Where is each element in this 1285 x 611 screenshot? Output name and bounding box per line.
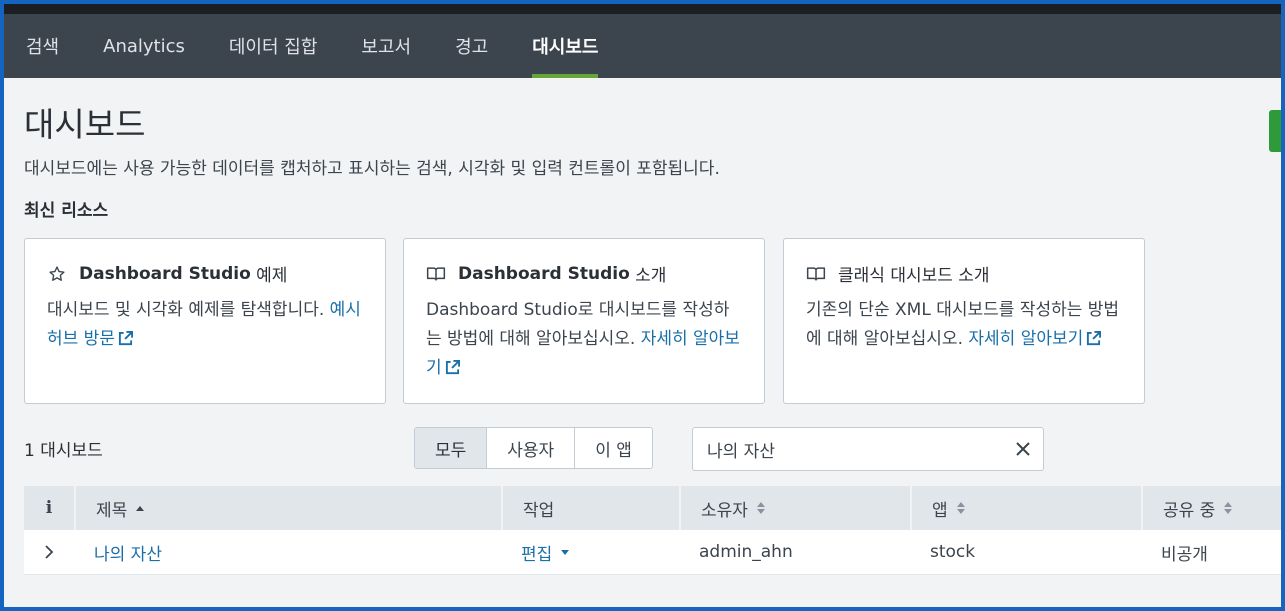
- edit-label: 편집: [521, 544, 553, 565]
- learn-more-link[interactable]: 자세히 알아보기: [968, 329, 1102, 349]
- resource-card-examples: Dashboard Studio 예제 대시보드 및 시각화 예제를 탐색합니다…: [24, 238, 386, 404]
- sort-icon: [756, 501, 766, 515]
- filter-all[interactable]: 모두: [415, 428, 487, 468]
- sort-icon: [956, 501, 966, 515]
- app-frame: 검색 Analytics 데이터 집합 보고서 경고 대시보드 대시보드 대시보…: [4, 4, 1281, 607]
- search-input[interactable]: [693, 439, 1003, 459]
- main-nav: 검색 Analytics 데이터 집합 보고서 경고 대시보드: [4, 14, 1281, 78]
- book-icon: [426, 266, 446, 282]
- column-title[interactable]: 제목: [74, 486, 501, 530]
- nav-analytics[interactable]: Analytics: [81, 14, 207, 78]
- info-header: i: [45, 498, 53, 518]
- card-title: Dashboard Studio 예제: [47, 261, 363, 286]
- book-icon: [806, 266, 826, 282]
- filter-this-app[interactable]: 이 앱: [574, 428, 652, 468]
- owner-cell: admin_ahn: [699, 542, 793, 562]
- column-action: 작업: [501, 486, 679, 530]
- nav-search[interactable]: 검색: [4, 14, 81, 78]
- column-label: 제목: [96, 500, 128, 521]
- nav-alerts[interactable]: 경고: [433, 14, 510, 78]
- filter-search: [692, 427, 1044, 471]
- nav-dashboards[interactable]: 대시보드: [510, 14, 620, 78]
- star-icon: [47, 265, 67, 283]
- close-icon[interactable]: [1003, 442, 1043, 456]
- card-title-rest: 클래식 대시보드 소개: [838, 266, 990, 286]
- external-link-icon: [118, 327, 133, 356]
- card-title: 클래식 대시보드 소개: [806, 261, 1122, 286]
- column-label: 앱: [932, 500, 948, 521]
- resource-card-classic-intro: 클래식 대시보드 소개 기존의 단순 XML 대시보드를 작성하는 방법에 대해…: [783, 238, 1145, 404]
- card-body-text: 대시보드 및 시각화 예제를 탐색합니다.: [47, 300, 330, 320]
- dashboard-count: 1 대시보드: [24, 441, 103, 461]
- sharing-cell: 비공개: [1161, 544, 1208, 565]
- card-title-bold: Dashboard Studio: [458, 263, 630, 284]
- card-body: 대시보드 및 시각화 예제를 탐색합니다. 예시 허브 방문: [47, 296, 363, 356]
- card-body: 기존의 단순 XML 대시보드를 작성하는 방법에 대해 알아보십시오. 자세히…: [806, 296, 1122, 356]
- table-header: i 제목 작업 소유자 앱 공유 중: [24, 486, 1281, 530]
- section-title: 최신 리소스: [24, 201, 109, 221]
- caret-down-icon: [560, 549, 570, 556]
- sort-icon: [1223, 501, 1233, 515]
- link-label: 자세히 알아보기: [968, 329, 1084, 349]
- card-title-rest: 소개: [629, 266, 667, 286]
- external-link-icon: [1086, 327, 1102, 356]
- sort-asc-icon: [135, 504, 145, 512]
- column-label: 공유 중: [1163, 500, 1216, 521]
- page-description: 대시보드에는 사용 가능한 데이터를 캡처하고 표시하는 검색, 시각화 및 입…: [24, 159, 720, 179]
- column-sharing[interactable]: 공유 중: [1141, 486, 1281, 530]
- dashboards-table: i 제목 작업 소유자 앱 공유 중 나의 자산 편집 admin_ahn st…: [24, 486, 1281, 575]
- chevron-right-icon[interactable]: [24, 530, 74, 574]
- column-label: 소유자: [701, 500, 748, 521]
- column-app[interactable]: 앱: [910, 486, 1141, 530]
- side-tab[interactable]: [1269, 110, 1281, 152]
- card-title-rest: 예제: [250, 266, 288, 286]
- page-title: 대시보드: [24, 105, 146, 144]
- edit-menu[interactable]: 편집: [501, 530, 679, 574]
- table-row: 나의 자산 편집 admin_ahn stock 비공개: [24, 530, 1281, 575]
- card-title-bold: Dashboard Studio: [79, 263, 251, 284]
- title-label: 나의 자산: [94, 544, 162, 565]
- ownership-filter: 모두 사용자 이 앱: [414, 427, 653, 469]
- card-body: Dashboard Studio로 대시보드를 작성하는 방법에 대해 알아보십…: [426, 296, 742, 385]
- card-title: Dashboard Studio 소개: [426, 261, 742, 286]
- external-link-icon: [445, 356, 460, 385]
- nav-reports[interactable]: 보고서: [339, 14, 433, 78]
- column-owner[interactable]: 소유자: [679, 486, 910, 530]
- table-body: 나의 자산 편집 admin_ahn stock 비공개: [24, 530, 1281, 575]
- nav-datasets[interactable]: 데이터 집합: [207, 14, 340, 78]
- dashboard-title-link[interactable]: 나의 자산: [74, 530, 501, 574]
- resource-card-studio-intro: Dashboard Studio 소개 Dashboard Studio로 대시…: [403, 238, 765, 404]
- filter-user[interactable]: 사용자: [486, 428, 574, 468]
- top-strip: [4, 4, 1281, 14]
- app-cell: stock: [930, 542, 976, 562]
